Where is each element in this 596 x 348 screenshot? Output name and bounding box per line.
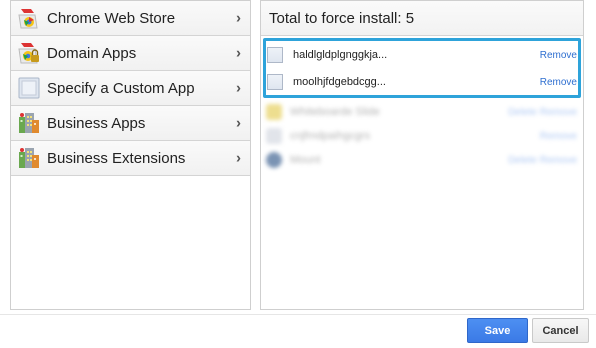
remove-link[interactable]: Remove — [540, 131, 577, 142]
custom-app-icon — [17, 76, 41, 100]
category-label: Domain Apps — [47, 44, 137, 62]
app-row-blurred: Mount Delete Remove — [261, 146, 585, 174]
category-label: Business Extensions — [47, 149, 186, 167]
app-row: haldlgldplgnggkja... Remove — [261, 41, 585, 69]
category-domain-apps[interactable]: Domain Apps › — [11, 36, 250, 71]
category-label: Chrome Web Store — [47, 9, 176, 27]
category-label: Business Apps — [47, 114, 146, 132]
category-business-apps[interactable]: Business Apps › — [11, 106, 250, 141]
app-category-list: Chrome Web Store › Domain Apps › Specify… — [10, 0, 251, 310]
app-placeholder-icon — [267, 74, 283, 90]
app-name: cnjfmdpaihgcgrs — [290, 130, 371, 142]
app-placeholder-icon — [267, 47, 283, 63]
category-label: Specify a Custom App — [47, 79, 195, 97]
domain-apps-icon — [17, 41, 41, 65]
app-icon — [266, 152, 282, 168]
category-specify-custom-app[interactable]: Specify a Custom App › — [11, 71, 250, 106]
force-install-panel: Total to force install: 5 haldlgldplgngg… — [260, 0, 584, 310]
business-apps-icon — [17, 111, 41, 135]
app-name: Mount — [290, 154, 321, 166]
remove-link[interactable]: Remove — [540, 50, 577, 61]
save-button[interactable]: Save — [467, 318, 528, 343]
chevron-right-icon: › — [236, 114, 241, 132]
app-id: moolhjfdgebdcgg... — [293, 76, 386, 88]
footer-divider — [0, 314, 596, 315]
app-name: Whiteboarde Slide — [290, 106, 380, 118]
chevron-right-icon: › — [236, 79, 241, 97]
app-row: moolhjfdgebdcgg... Remove — [261, 68, 585, 96]
app-icon — [266, 104, 282, 120]
cancel-button[interactable]: Cancel — [532, 318, 589, 343]
business-extensions-icon — [17, 146, 41, 170]
chrome-web-store-icon — [17, 6, 41, 30]
force-install-dialog: Chrome Web Store › Domain Apps › Specify… — [0, 0, 596, 348]
force-install-count: Total to force install: 5 — [261, 1, 583, 36]
remove-link[interactable]: Remove — [540, 77, 577, 88]
category-chrome-web-store[interactable]: Chrome Web Store › — [11, 1, 250, 36]
chevron-right-icon: › — [236, 9, 241, 27]
chevron-right-icon: › — [236, 149, 241, 167]
remove-link[interactable]: Delete Remove — [508, 107, 577, 118]
chevron-right-icon: › — [236, 44, 241, 62]
remove-link[interactable]: Delete Remove — [508, 155, 577, 166]
app-icon — [266, 128, 282, 144]
app-id: haldlgldplgnggkja... — [293, 49, 388, 61]
category-business-extensions[interactable]: Business Extensions › — [11, 141, 250, 176]
